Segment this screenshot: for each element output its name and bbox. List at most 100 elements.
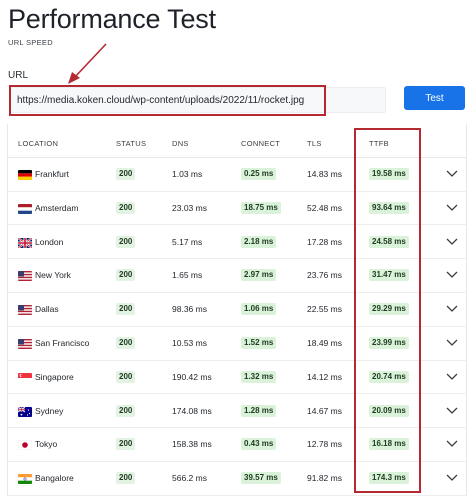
status-badge: 200 (116, 201, 136, 214)
connect-badge: 2.18 ms (241, 235, 277, 248)
dns-value: 98.36 ms (172, 304, 207, 315)
location-name: Bangalore (35, 473, 74, 484)
tls-value: 22.55 ms (307, 304, 342, 315)
chevron-down-icon[interactable] (445, 472, 459, 484)
url-input[interactable]: https://media.koken.cloud/wp-content/upl… (10, 87, 386, 113)
connect-badge: 1.52 ms (241, 337, 277, 349)
tls-value: 17.28 ms (307, 236, 342, 247)
chevron-down-icon[interactable] (445, 202, 459, 214)
table-row[interactable]: Tokyo 200 158.38 ms 0.43 ms 12.78 ms 16.18 ms (8, 428, 466, 462)
connect-badge: 39.57 ms (241, 472, 281, 485)
location-name: Singapore (35, 371, 74, 382)
table-row[interactable]: San Francisco 200 10.53 ms 1.52 ms 18.49 ms 2… (8, 327, 466, 361)
connect-badge: 0.43 ms (241, 438, 277, 451)
ttfb-badge: 29.29 ms (369, 303, 409, 316)
location-name: London (35, 236, 64, 247)
chevron-down-icon[interactable] (445, 303, 459, 315)
status-badge: 200 (116, 370, 136, 383)
table-row[interactable]: London 200 5.17 ms 2.18 ms 17.28 ms 24.58 ms (8, 226, 466, 260)
dns-value: 190.42 ms (172, 371, 212, 382)
india-flag-icon (18, 474, 32, 485)
dns-value: 566.2 ms (172, 473, 207, 484)
tls-value: 14.67 ms (307, 405, 342, 416)
connect-badge: 18.75 ms (241, 201, 281, 214)
status-badge: 200 (116, 168, 136, 180)
header-tls: TLS (307, 139, 322, 148)
status-badge: 200 (116, 235, 136, 248)
ttfb-badge: 31.47 ms (369, 269, 409, 282)
dns-value: 23.03 ms (172, 202, 207, 213)
status-badge: 200 (116, 303, 136, 316)
location-name: Frankfurt (35, 169, 70, 179)
results-table: LOCATION STATUS DNS CONNECT TLS TTFB Fra… (7, 124, 467, 496)
table-row[interactable]: Dallas 200 98.36 ms 1.06 ms 22.55 ms 29.29 ms (8, 293, 466, 327)
singapore-flag-icon (18, 372, 32, 383)
chevron-down-icon[interactable] (445, 337, 459, 349)
tls-value: 23.76 ms (307, 270, 342, 281)
status-badge: 200 (116, 438, 136, 451)
tls-value: 14.83 ms (307, 169, 342, 179)
header-connect: CONNECT (241, 139, 281, 148)
header-status: STATUS (116, 139, 147, 148)
dns-value: 158.38 ms (172, 439, 212, 450)
chevron-down-icon[interactable] (445, 438, 459, 450)
url-label: URL (8, 70, 29, 81)
tls-value: 14.12 ms (307, 371, 342, 382)
table-row[interactable]: Frankfurt 200 1.03 ms 0.25 ms 14.83 ms 19.58 … (8, 158, 466, 192)
chevron-down-icon[interactable] (445, 168, 459, 180)
ttfb-badge: 23.99 ms (369, 337, 409, 349)
page-subtitle: URL SPEED (8, 38, 53, 47)
header-location: LOCATION (18, 139, 59, 148)
annotation-arrow-icon (68, 43, 107, 84)
tls-value: 91.82 ms (307, 473, 342, 484)
connect-badge: 1.32 ms (241, 370, 277, 383)
us-flag-icon (18, 339, 32, 349)
tls-value: 18.49 ms (307, 338, 342, 348)
chevron-down-icon[interactable] (445, 371, 459, 383)
table-row[interactable]: Amsterdam 200 23.03 ms 18.75 ms 52.48 ms 93.6… (8, 192, 466, 226)
tls-value: 12.78 ms (307, 439, 342, 450)
table-row[interactable]: Sydney 200 174.08 ms 1.28 ms 14.67 ms 20.09 m… (8, 395, 466, 429)
table-header: LOCATION STATUS DNS CONNECT TLS TTFB (8, 124, 466, 158)
ttfb-badge: 93.64 ms (369, 201, 409, 214)
status-badge: 200 (116, 472, 136, 485)
connect-badge: 0.25 ms (241, 168, 277, 180)
location-name: Dallas (35, 304, 59, 315)
chevron-down-icon[interactable] (445, 269, 459, 281)
page-title: Performance Test (8, 4, 216, 34)
table-row[interactable]: New York 200 1.65 ms 2.97 ms 23.76 ms 31.47 m… (8, 259, 466, 293)
australia-flag-icon (18, 406, 32, 417)
status-badge: 200 (116, 404, 136, 417)
ttfb-badge: 20.74 ms (369, 370, 409, 383)
japan-flag-icon (18, 440, 32, 451)
test-button[interactable]: Test (404, 86, 465, 110)
netherlands-flag-icon (18, 203, 32, 214)
ttfb-badge: 19.58 ms (369, 168, 409, 180)
connect-badge: 1.06 ms (241, 303, 277, 316)
uk-flag-icon (18, 237, 32, 248)
us-flag-icon (18, 305, 32, 316)
germany-flag-icon (18, 170, 32, 180)
ttfb-badge: 16.18 ms (369, 438, 409, 451)
location-name: New York (35, 270, 71, 281)
location-name: San Francisco (35, 338, 90, 348)
chevron-down-icon[interactable] (445, 405, 459, 417)
dns-value: 1.03 ms (172, 169, 203, 179)
ttfb-badge: 24.58 ms (369, 235, 409, 248)
tls-value: 52.48 ms (307, 202, 342, 213)
ttfb-badge: 20.09 ms (369, 404, 409, 417)
location-name: Sydney (35, 405, 64, 416)
table-row[interactable]: Bangalore 200 566.2 ms 39.57 ms 91.82 ms 174.… (8, 462, 466, 496)
connect-badge: 2.97 ms (241, 269, 277, 282)
dns-value: 5.17 ms (172, 236, 203, 247)
table-row[interactable]: Singapore 200 190.42 ms 1.32 ms 14.12 ms 20.7… (8, 361, 466, 395)
location-name: Amsterdam (35, 202, 79, 213)
header-ttfb: TTFB (369, 139, 389, 148)
dns-value: 1.65 ms (172, 270, 203, 281)
dns-value: 174.08 ms (172, 405, 212, 416)
dns-value: 10.53 ms (172, 338, 207, 348)
location-name: Tokyo (35, 439, 58, 450)
status-badge: 200 (116, 337, 136, 349)
connect-badge: 1.28 ms (241, 404, 277, 417)
chevron-down-icon[interactable] (445, 236, 459, 248)
